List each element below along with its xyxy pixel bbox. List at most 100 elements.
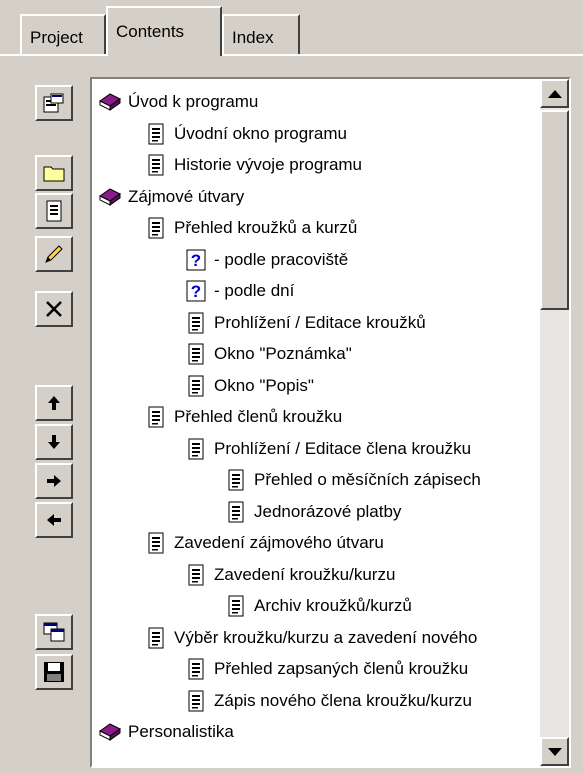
scroll-down-icon [547,747,562,756]
folder-icon [43,166,65,182]
scroll-up-button[interactable] [540,79,569,108]
page-icon [144,405,168,429]
tree-item-label: - podle pracoviště [214,249,349,269]
tree-item[interactable]: Prohlížení / Editace člena kroužku [184,435,471,463]
page-icon [144,216,168,240]
tree-item-label: Úvod k programu [128,92,259,111]
arrow-up-icon [48,396,60,410]
tab-divider [0,54,583,56]
tree-item-label: Okno "Popis" [214,375,314,395]
tree-item[interactable]: Přehled o měsíčních zápisech [224,466,481,494]
tree-item[interactable]: Zájmové útvary [98,183,244,211]
tab-index[interactable]: Index [222,14,300,54]
help-icon: ? [184,279,208,303]
scroll-down-button[interactable] [540,737,569,766]
tab-contents[interactable]: Contents [106,6,222,56]
window-button[interactable] [35,614,73,650]
page-icon [144,122,168,146]
arrow-down-icon [48,435,60,449]
tree-item[interactable]: Výběr kroužku/kurzu a zavedení nového [144,624,477,652]
page-icon [184,311,208,335]
tab-project[interactable]: Project [20,14,106,54]
tree-item-label: Zavedení kroužku/kurzu [214,564,396,584]
tree-item[interactable]: Zavedení kroužku/kurzu [184,561,395,589]
svg-text:?: ? [191,282,201,301]
tree-item-label: Okno "Poznámka" [214,344,352,363]
edit-button[interactable] [35,236,73,272]
tree-item-label: Historie vývoje programu [174,155,363,174]
tree-item-label: Prohlížení / Editace člena kroužku [214,438,472,458]
move-right-button[interactable] [35,463,73,499]
tree-item[interactable]: Historie vývoje programu [144,151,362,179]
tree-item[interactable]: ? - podle dní [184,277,294,305]
scroll-thumb[interactable] [540,110,569,310]
page-icon [224,594,248,618]
arrow-right-icon [47,475,61,487]
page-icon [224,468,248,492]
scroll-up-icon [547,89,562,98]
move-left-button[interactable] [35,502,73,538]
vertical-scrollbar[interactable] [540,79,569,766]
properties-button[interactable] [35,85,73,121]
tree-item[interactable]: Okno "Popis" [184,372,314,400]
page-icon [184,374,208,398]
tree-item[interactable]: Archiv kroužků/kurzů [224,592,412,620]
tree-item[interactable]: Úvodní okno programu [144,120,347,148]
tree-item[interactable]: Prohlížení / Editace kroužků [184,309,426,337]
tree-items: Úvod k programu Úvodní okno programu Histo… [92,79,540,766]
tab-label: Project [30,28,83,47]
tree-item-label: Jednorázové platby [254,501,402,521]
tree-item-label: Zápis nového člena kroužku/kurzu [214,690,472,710]
tab-strip: Project Contents Index [0,0,583,60]
tree-item[interactable]: Zavedení zájmového útvaru [144,529,384,557]
contents-tree[interactable]: Úvod k programu Úvodní okno programu Histo… [90,77,571,768]
tree-item[interactable]: Přehled zapsaných členů kroužku [184,655,468,683]
page-icon [184,437,208,461]
new-folder-button[interactable] [35,155,73,191]
page-icon [184,689,208,713]
tree-item-label: Přehled o měsíčních zápisech [254,470,481,489]
tree-item[interactable]: Zápis nového člena kroužku/kurzu [184,687,472,715]
tree-item-label: Výběr kroužku/kurzu a zavedení nového [174,627,478,647]
book-icon [98,720,122,744]
tree-item[interactable]: ? - podle pracoviště [184,246,348,274]
tree-item[interactable]: Přehled členů kroužku [144,403,342,431]
page-icon [144,531,168,555]
save-icon [44,662,64,682]
arrow-left-icon [47,514,61,526]
pencil-icon [45,245,63,263]
tree-item-label: Přehled zapsaných členů kroužku [214,659,469,678]
book-icon [98,90,122,114]
tree-item-label: Zájmové útvary [128,186,245,206]
page-icon [224,500,248,524]
page-icon [144,626,168,650]
tree-item-label: Přehled členů kroužku [174,407,343,426]
save-button[interactable] [35,654,73,690]
windows-icon [43,622,65,642]
book-icon [98,185,122,209]
tree-item-label: Personalistika [128,722,234,741]
tree-item-label: Archiv kroužků/kurzů [254,596,412,615]
tree-item[interactable]: Úvod k programu [98,88,258,116]
page-icon [184,657,208,681]
svg-text:?: ? [191,251,201,270]
move-up-button[interactable] [35,385,73,421]
tab-label: Contents [116,22,185,41]
new-page-button[interactable] [35,193,73,229]
tree-item-label: Prohlížení / Editace kroužků [214,312,426,332]
page-icon [46,200,62,222]
tree-item-label: Přehled kroužků a kurzů [174,218,358,237]
delete-icon [46,301,62,317]
properties-icon [43,93,64,113]
tree-item[interactable]: Okno "Poznámka" [184,340,352,368]
tree-item[interactable]: Personalistika [98,718,234,746]
delete-button[interactable] [35,291,73,327]
tree-item[interactable]: Jednorázové platby [224,498,401,526]
tree-item-label: Úvodní okno programu [174,123,347,143]
tree-item-label: Zavedení zájmového útvaru [174,533,384,552]
page-icon [184,563,208,587]
move-down-button[interactable] [35,424,73,460]
tree-item-label: - podle dní [214,281,295,300]
page-icon [184,342,208,366]
tree-item[interactable]: Přehled kroužků a kurzů [144,214,357,242]
